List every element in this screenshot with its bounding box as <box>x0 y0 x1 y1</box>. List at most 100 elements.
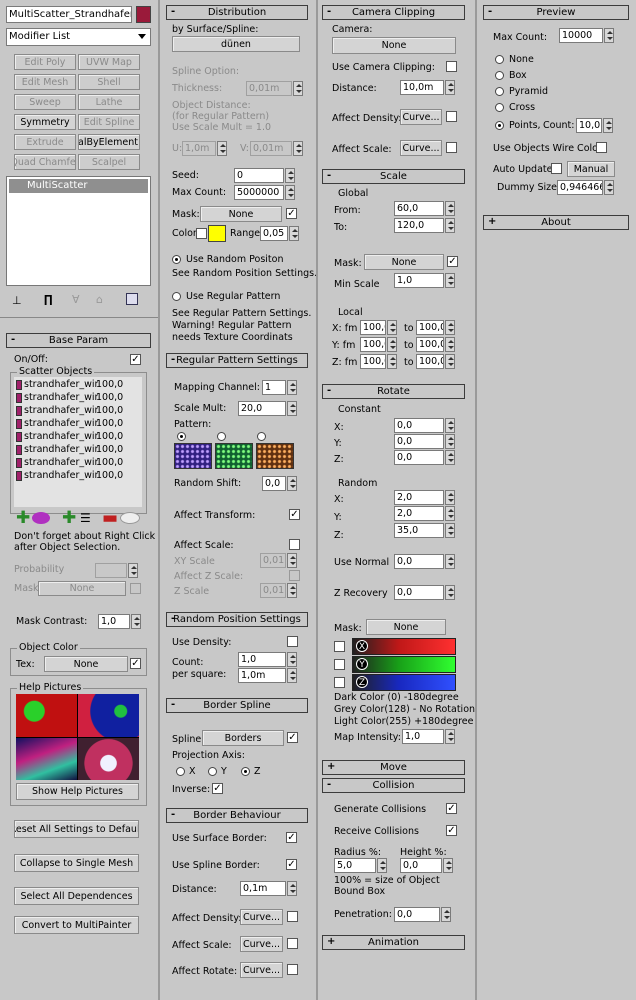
height-spinner[interactable] <box>443 858 453 873</box>
penetration-field[interactable]: 0,0 <box>394 907 440 922</box>
u-field[interactable]: 1,0m <box>182 141 216 156</box>
random-shift-spinner[interactable] <box>287 476 297 491</box>
rotate-y-map-checkbox[interactable] <box>334 659 345 670</box>
seed-field[interactable]: 0 <box>234 168 284 183</box>
rand-x-spinner[interactable] <box>445 490 455 505</box>
probability-spinner[interactable] <box>128 563 138 578</box>
scale-rollout-header[interactable]: - Scale <box>322 169 465 184</box>
count-field[interactable]: 1,0 <box>238 652 286 667</box>
scale-to-field[interactable]: 120,0 <box>394 218 444 233</box>
remove-modifier-icon[interactable]: ⌂ <box>96 293 103 306</box>
preview-max-count-field[interactable]: 10000 <box>559 28 603 43</box>
eye-icon[interactable] <box>120 512 140 524</box>
add-object-icon[interactable]: ✚ <box>16 508 30 528</box>
const-z-field[interactable]: 0,0 <box>394 450 444 465</box>
pattern-2-thumbnail[interactable] <box>215 443 253 469</box>
scale-mult-field[interactable]: 20,0 <box>238 401 286 416</box>
z-to-spinner[interactable] <box>445 354 455 369</box>
preview-rollout-header[interactable]: - Preview <box>483 5 629 20</box>
clip-distance-field[interactable]: 10,0m <box>400 80 444 95</box>
z-from-spinner[interactable] <box>387 354 397 369</box>
const-x-spinner[interactable] <box>445 418 455 433</box>
mapping-channel-field[interactable]: 1 <box>262 380 286 395</box>
range-spinner[interactable] <box>289 226 299 241</box>
tex-checkbox[interactable]: ✓ <box>130 658 141 669</box>
preview-none-radio[interactable] <box>495 55 504 64</box>
thickness-field[interactable]: 0,01m <box>246 81 292 96</box>
use-normal-field[interactable]: 0,0 <box>394 554 444 569</box>
scatter-object-row[interactable]: strandhafer_win 100,0 <box>14 405 140 417</box>
x-to-field[interactable]: 100,0 <box>416 320 444 335</box>
const-x-field[interactable]: 0,0 <box>394 418 444 433</box>
v-spinner[interactable] <box>293 141 303 156</box>
generate-collisions-checkbox[interactable]: ✓ <box>446 803 457 814</box>
modifier-list-dropdown[interactable]: Modifier List <box>6 28 151 46</box>
range-field[interactable]: 0,05 <box>260 226 288 241</box>
rand-y-field[interactable]: 2,0 <box>394 506 444 521</box>
affect-z-scale-checkbox[interactable] <box>289 570 300 581</box>
scatter-object-row[interactable]: strandhafer_win 100,0 <box>14 431 140 443</box>
scale-to-spinner[interactable] <box>445 218 455 233</box>
random-position-rollout-header[interactable]: - Random Position Settings <box>166 612 308 627</box>
animation-rollout-header[interactable]: + Animation <box>322 935 465 950</box>
affect-scale-curve-button[interactable]: Curve... <box>240 936 283 952</box>
pin-stack-icon[interactable]: ⊥ <box>12 294 22 307</box>
clip-affect-scale-checkbox[interactable] <box>446 142 457 153</box>
z-recovery-field[interactable]: 0,0 <box>394 585 444 600</box>
count-spinner[interactable] <box>287 652 297 667</box>
distance-spinner[interactable] <box>287 881 297 896</box>
pattern-3-radio[interactable] <box>257 432 266 441</box>
preview-pyramid-radio[interactable] <box>495 87 504 96</box>
extrude-button[interactable]: Extrude <box>14 134 76 150</box>
manual-update-button[interactable]: Manual <box>567 161 615 177</box>
x-to-spinner[interactable] <box>445 320 455 335</box>
rotate-mask-button[interactable]: None <box>366 619 446 635</box>
axis-y-radio[interactable] <box>208 767 217 776</box>
move-rollout-header[interactable]: + Move <box>322 760 465 775</box>
select-dependences-button[interactable]: Select All Dependences <box>14 887 139 905</box>
pattern-1-thumbnail[interactable] <box>174 443 212 469</box>
preview-count-spinner[interactable] <box>603 118 613 133</box>
clip-affect-density-checkbox[interactable] <box>446 111 457 122</box>
uvw-map-button[interactable]: UVW Map <box>78 54 140 70</box>
add-list-icon[interactable]: ✚ <box>62 508 76 528</box>
modifier-name-field[interactable]: MultiScatter_Strandhafer <box>6 6 132 23</box>
pattern-1-radio[interactable] <box>177 432 186 441</box>
max-count-field[interactable]: 5000000 <box>234 185 284 200</box>
color-swatch[interactable] <box>208 225 226 242</box>
preview-cross-radio[interactable] <box>495 103 504 112</box>
border-spline-checkbox[interactable]: ✓ <box>287 732 298 743</box>
mask-contrast-field[interactable]: 1,0 <box>98 614 130 629</box>
material-by-element-button[interactable]: MaterialByElement <box>78 134 140 150</box>
show-end-result-icon[interactable]: ∏ <box>44 293 53 306</box>
border-behaviour-rollout-header[interactable]: - Border Behaviour <box>166 808 308 823</box>
affect-density-curve-button[interactable]: Curve... <box>240 909 283 925</box>
min-scale-spinner[interactable] <box>445 273 455 288</box>
scale-mult-spinner[interactable] <box>287 401 297 416</box>
scale-from-spinner[interactable] <box>445 201 455 216</box>
x-from-spinner[interactable] <box>387 320 397 335</box>
rotate-rollout-header[interactable]: - Rotate <box>322 384 465 399</box>
scalpel-button[interactable]: Scalpel <box>78 154 140 170</box>
rand-z-field[interactable]: 35,0 <box>394 523 444 538</box>
u-spinner[interactable] <box>217 141 227 156</box>
random-shift-field[interactable]: 0,0 <box>262 476 286 491</box>
scatter-object-row[interactable]: strandhafer_win 100,0 <box>14 418 140 430</box>
scale-mask-checkbox[interactable]: ✓ <box>447 256 458 267</box>
const-z-spinner[interactable] <box>445 450 455 465</box>
border-spline-rollout-header[interactable]: - Border Spline <box>166 698 308 713</box>
collision-rollout-header[interactable]: - Collision <box>322 778 465 793</box>
scale-mask-button[interactable]: None <box>364 254 444 270</box>
mask-checkbox[interactable] <box>130 583 141 594</box>
inverse-checkbox[interactable]: ✓ <box>212 783 223 794</box>
lathe-button[interactable]: Lathe <box>78 94 140 110</box>
radius-field[interactable]: 5,0 <box>334 858 376 873</box>
rand-y-spinner[interactable] <box>445 506 455 521</box>
scatter-object-row[interactable]: strandhafer_win 100,0 <box>14 444 140 456</box>
onoff-checkbox[interactable]: ✓ <box>130 354 141 365</box>
clip-affect-density-curve-button[interactable]: Curve... <box>400 109 442 125</box>
z-recovery-spinner[interactable] <box>445 585 455 600</box>
v-field[interactable]: 0,01m <box>250 141 292 156</box>
rand-z-spinner[interactable] <box>445 523 455 538</box>
border-spline-pick-button[interactable]: Borders <box>202 730 284 746</box>
